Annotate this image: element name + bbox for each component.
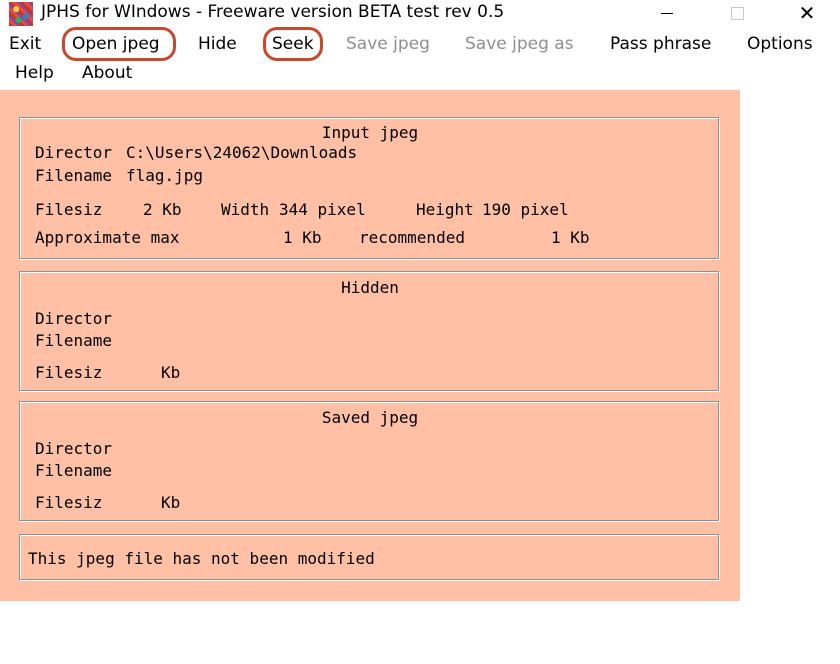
menu-about[interactable]: About <box>82 63 132 83</box>
menu-exit[interactable]: Exit <box>9 34 41 54</box>
hidden-directory-label: Director <box>35 309 113 328</box>
hidden-filesize-label: Filesiz <box>35 363 103 382</box>
app-icon[interactable] <box>9 2 33 26</box>
saved-filename-label: Filename <box>35 461 113 480</box>
input-filename-value: flag.jpg <box>126 166 204 185</box>
input-directory-value: C:\Users\24062\Downloads <box>126 143 358 162</box>
menu-pass-phrase[interactable]: Pass phrase <box>610 34 711 54</box>
input-height-label: Height <box>416 200 474 219</box>
hidden-filename-label: Filename <box>35 331 113 350</box>
saved-filesize-label: Filesiz <box>35 493 103 512</box>
saved-jpeg-panel: Saved jpeg Director Filename Filesiz Kb <box>19 401 719 521</box>
saved-directory-label: Director <box>35 439 113 458</box>
menu-bar: Exit Open jpeg Hide Seek Save jpeg Save … <box>0 27 840 87</box>
input-jpeg-title: Input jpeg <box>321 123 419 142</box>
input-width-label: Width <box>221 200 270 219</box>
menu-save-jpeg[interactable]: Save jpeg <box>346 34 430 54</box>
input-directory-label: Director <box>35 143 113 162</box>
recommended-label: recommended <box>359 228 465 247</box>
menu-save-jpeg-as[interactable]: Save jpeg as <box>465 34 574 54</box>
input-width-value: 344 pixel <box>279 200 366 219</box>
menu-options[interactable]: Options <box>747 34 813 54</box>
input-height-value: 190 pixel <box>482 200 569 219</box>
close-button[interactable]: ✕ <box>784 0 830 26</box>
title-bar: JPHS for WIndows - Freeware version BETA… <box>0 0 840 28</box>
approx-max-value: 1 Kb <box>283 228 322 247</box>
maximize-icon <box>730 6 744 20</box>
maximize-button[interactable] <box>714 0 760 26</box>
approx-max-label: Approximate max <box>35 228 180 247</box>
minimize-button[interactable] <box>644 0 690 26</box>
recommended-value: 1 Kb <box>551 228 590 247</box>
saved-filesize-unit: Kb <box>161 493 181 512</box>
hidden-filesize-unit: Kb <box>161 363 181 382</box>
input-jpeg-panel: Input jpeg Director C:\Users\24062\Downl… <box>19 117 719 259</box>
input-filename-label: Filename <box>35 166 113 185</box>
minimize-icon <box>661 12 673 14</box>
input-filesize-label: Filesiz <box>35 200 103 219</box>
client-area: Input jpeg Director C:\Users\24062\Downl… <box>0 90 740 601</box>
status-panel: This jpeg file has not been modified <box>19 534 719 580</box>
open-jpeg-highlight <box>62 27 176 61</box>
status-message: This jpeg file has not been modified <box>28 549 375 568</box>
close-icon: ✕ <box>798 1 816 25</box>
menu-help[interactable]: Help <box>15 63 54 83</box>
seek-highlight <box>263 27 323 61</box>
hidden-panel: Hidden Director Filename Filesiz Kb <box>19 271 719 391</box>
menu-hide[interactable]: Hide <box>198 34 237 54</box>
window-title: JPHS for WIndows - Freeware version BETA… <box>41 2 505 22</box>
hidden-title: Hidden <box>341 278 399 297</box>
saved-jpeg-title: Saved jpeg <box>321 408 419 427</box>
input-filesize-value: 2 Kb <box>143 200 182 219</box>
